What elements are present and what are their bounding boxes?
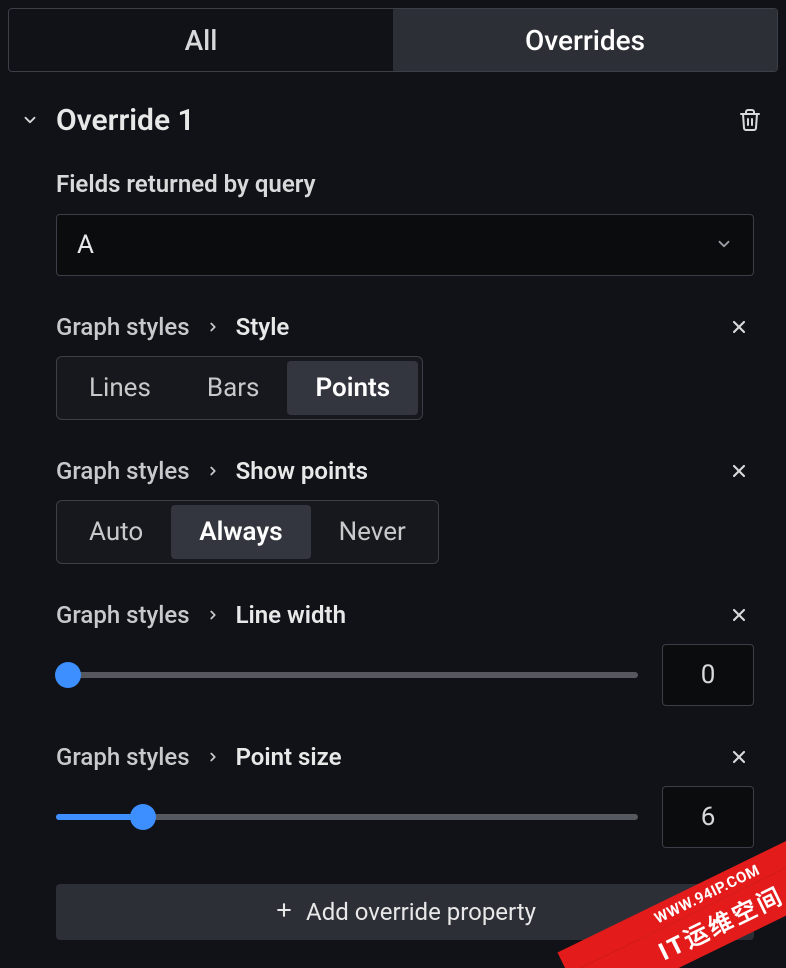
override-header: Override 1 xyxy=(16,100,770,140)
crumb-group: Graph styles xyxy=(56,313,190,341)
style-option-bars[interactable]: Bars xyxy=(179,361,288,415)
pointsize-slider[interactable] xyxy=(56,797,638,837)
crumb-name: Point size xyxy=(236,743,342,771)
plus-icon xyxy=(274,898,294,926)
override-body: Fields returned by query A Graph styles … xyxy=(16,170,770,940)
close-icon[interactable] xyxy=(724,456,754,486)
tab-overrides[interactable]: Overrides xyxy=(393,9,777,71)
chevron-right-icon xyxy=(206,320,220,334)
showpoints-option-always[interactable]: Always xyxy=(171,505,310,559)
breadcrumb: Graph styles Line width xyxy=(56,601,346,629)
override-section: Override 1 Fields returned by query A xyxy=(0,80,786,940)
crumb-name: Line width xyxy=(236,601,346,629)
linewidth-slider[interactable] xyxy=(56,655,638,695)
crumb-name: Show points xyxy=(236,457,368,485)
breadcrumb: Graph styles Style xyxy=(56,313,289,341)
close-icon[interactable] xyxy=(724,742,754,772)
override-title: Override 1 xyxy=(56,103,718,138)
override-prop-pointsize: Graph styles Point size 6 xyxy=(56,742,754,848)
chevron-right-icon xyxy=(206,608,220,622)
crumb-name: Style xyxy=(236,313,290,341)
field-matcher-select[interactable]: A xyxy=(56,214,754,276)
crumb-group: Graph styles xyxy=(56,743,190,771)
chevron-down-icon[interactable] xyxy=(16,111,44,129)
chevron-right-icon xyxy=(206,750,220,764)
showpoints-option-auto[interactable]: Auto xyxy=(61,505,171,559)
style-option-lines[interactable]: Lines xyxy=(61,361,179,415)
field-matcher-value: A xyxy=(77,230,94,260)
tabbar: All Overrides xyxy=(8,8,778,72)
add-override-property-button[interactable]: Add override property xyxy=(56,884,754,940)
showpoints-radio-group: Auto Always Never xyxy=(56,500,439,564)
tab-all[interactable]: All xyxy=(9,9,393,71)
showpoints-option-never[interactable]: Never xyxy=(311,505,434,559)
chevron-right-icon xyxy=(206,464,220,478)
override-prop-showpoints: Graph styles Show points Auto Always Nev… xyxy=(56,456,754,564)
style-radio-group: Lines Bars Points xyxy=(56,356,423,420)
crumb-group: Graph styles xyxy=(56,457,190,485)
add-override-property-label: Add override property xyxy=(306,898,536,926)
linewidth-value[interactable]: 0 xyxy=(662,644,754,706)
override-prop-linewidth: Graph styles Line width 0 xyxy=(56,600,754,706)
chevron-down-icon xyxy=(715,230,733,260)
style-option-points[interactable]: Points xyxy=(287,361,418,415)
close-icon[interactable] xyxy=(724,312,754,342)
override-prop-style: Graph styles Style Lines Bars Points xyxy=(56,312,754,420)
close-icon[interactable] xyxy=(724,600,754,630)
field-matcher-block: Fields returned by query A xyxy=(56,170,754,276)
pointsize-value[interactable]: 6 xyxy=(662,786,754,848)
breadcrumb: Graph styles Show points xyxy=(56,457,368,485)
breadcrumb: Graph styles Point size xyxy=(56,743,342,771)
field-matcher-label: Fields returned by query xyxy=(56,170,754,198)
crumb-group: Graph styles xyxy=(56,601,190,629)
trash-icon[interactable] xyxy=(730,100,770,140)
